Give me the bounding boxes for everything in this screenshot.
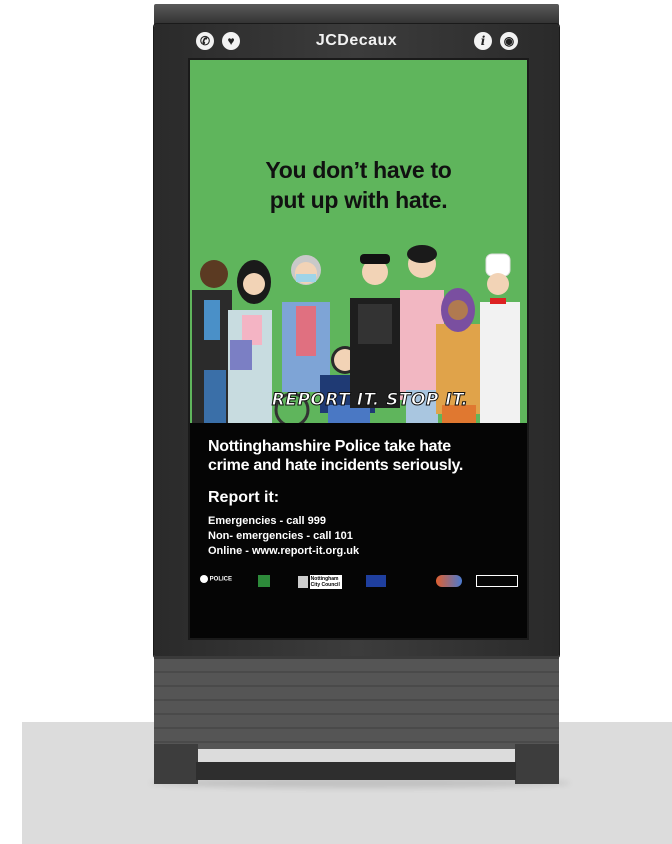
kiosk-topbar: ✆ ♥ JCDecaux i ◉ [154, 24, 559, 58]
poster-body-title: Nottinghamshire Police take hate crime a… [208, 437, 518, 475]
headline-line-1: You don’t have to [265, 157, 452, 183]
body-title-line-1: Nottinghamshire Police take hate [208, 438, 451, 455]
contact-emergencies: Emergencies - call 999 [208, 515, 327, 527]
contact-online: Online - www.report-it.org.uk [208, 545, 360, 557]
partner-logo [436, 575, 466, 589]
brand-logo: JCDecaux [315, 32, 398, 49]
kiosk-leg-right [515, 744, 559, 784]
headline-line-2: put up with hate. [269, 187, 448, 213]
poster-tagline: REPORT IT. STOP IT. [271, 390, 469, 411]
kiosk-plinth [154, 656, 559, 749]
kiosk-cabinet: ✆ ♥ JCDecaux i ◉ You don’t have to put u… [154, 24, 559, 658]
poster-green-panel: You don’t have to put up with hate. REPO… [190, 60, 527, 423]
poster-black-panel: Nottinghamshire Police take hate crime a… [190, 423, 527, 638]
poster-headline: You don’t have to put up with hate. [190, 155, 527, 215]
kiosk-leg-left [154, 744, 198, 784]
report-heading: Report it: [208, 489, 280, 506]
person-police-officer [350, 254, 400, 408]
person-older-woman [282, 255, 330, 392]
body-title-line-2: crime and hate incidents seriously. [208, 457, 464, 474]
kiosk-roof [154, 4, 559, 26]
poster-screen: You don’t have to put up with hate. REPO… [188, 58, 529, 640]
sponsor-logos-strip: POLICE Nottingham City Council [200, 573, 520, 593]
council-crest-logo: Nottingham City Council [298, 575, 348, 589]
contact-non-emergencies: Non- emergencies - call 101 [208, 530, 353, 542]
kiosk-base-bar [196, 762, 516, 780]
wifi-icon: ◉ [500, 32, 518, 50]
police-logo: POLICE [200, 575, 240, 589]
eu-fund-logo [366, 575, 426, 589]
info-icon: i [474, 32, 492, 50]
person-man-coat [192, 260, 232, 423]
crime-drugs-partnership-logo [476, 575, 520, 589]
care-logo [258, 575, 284, 589]
